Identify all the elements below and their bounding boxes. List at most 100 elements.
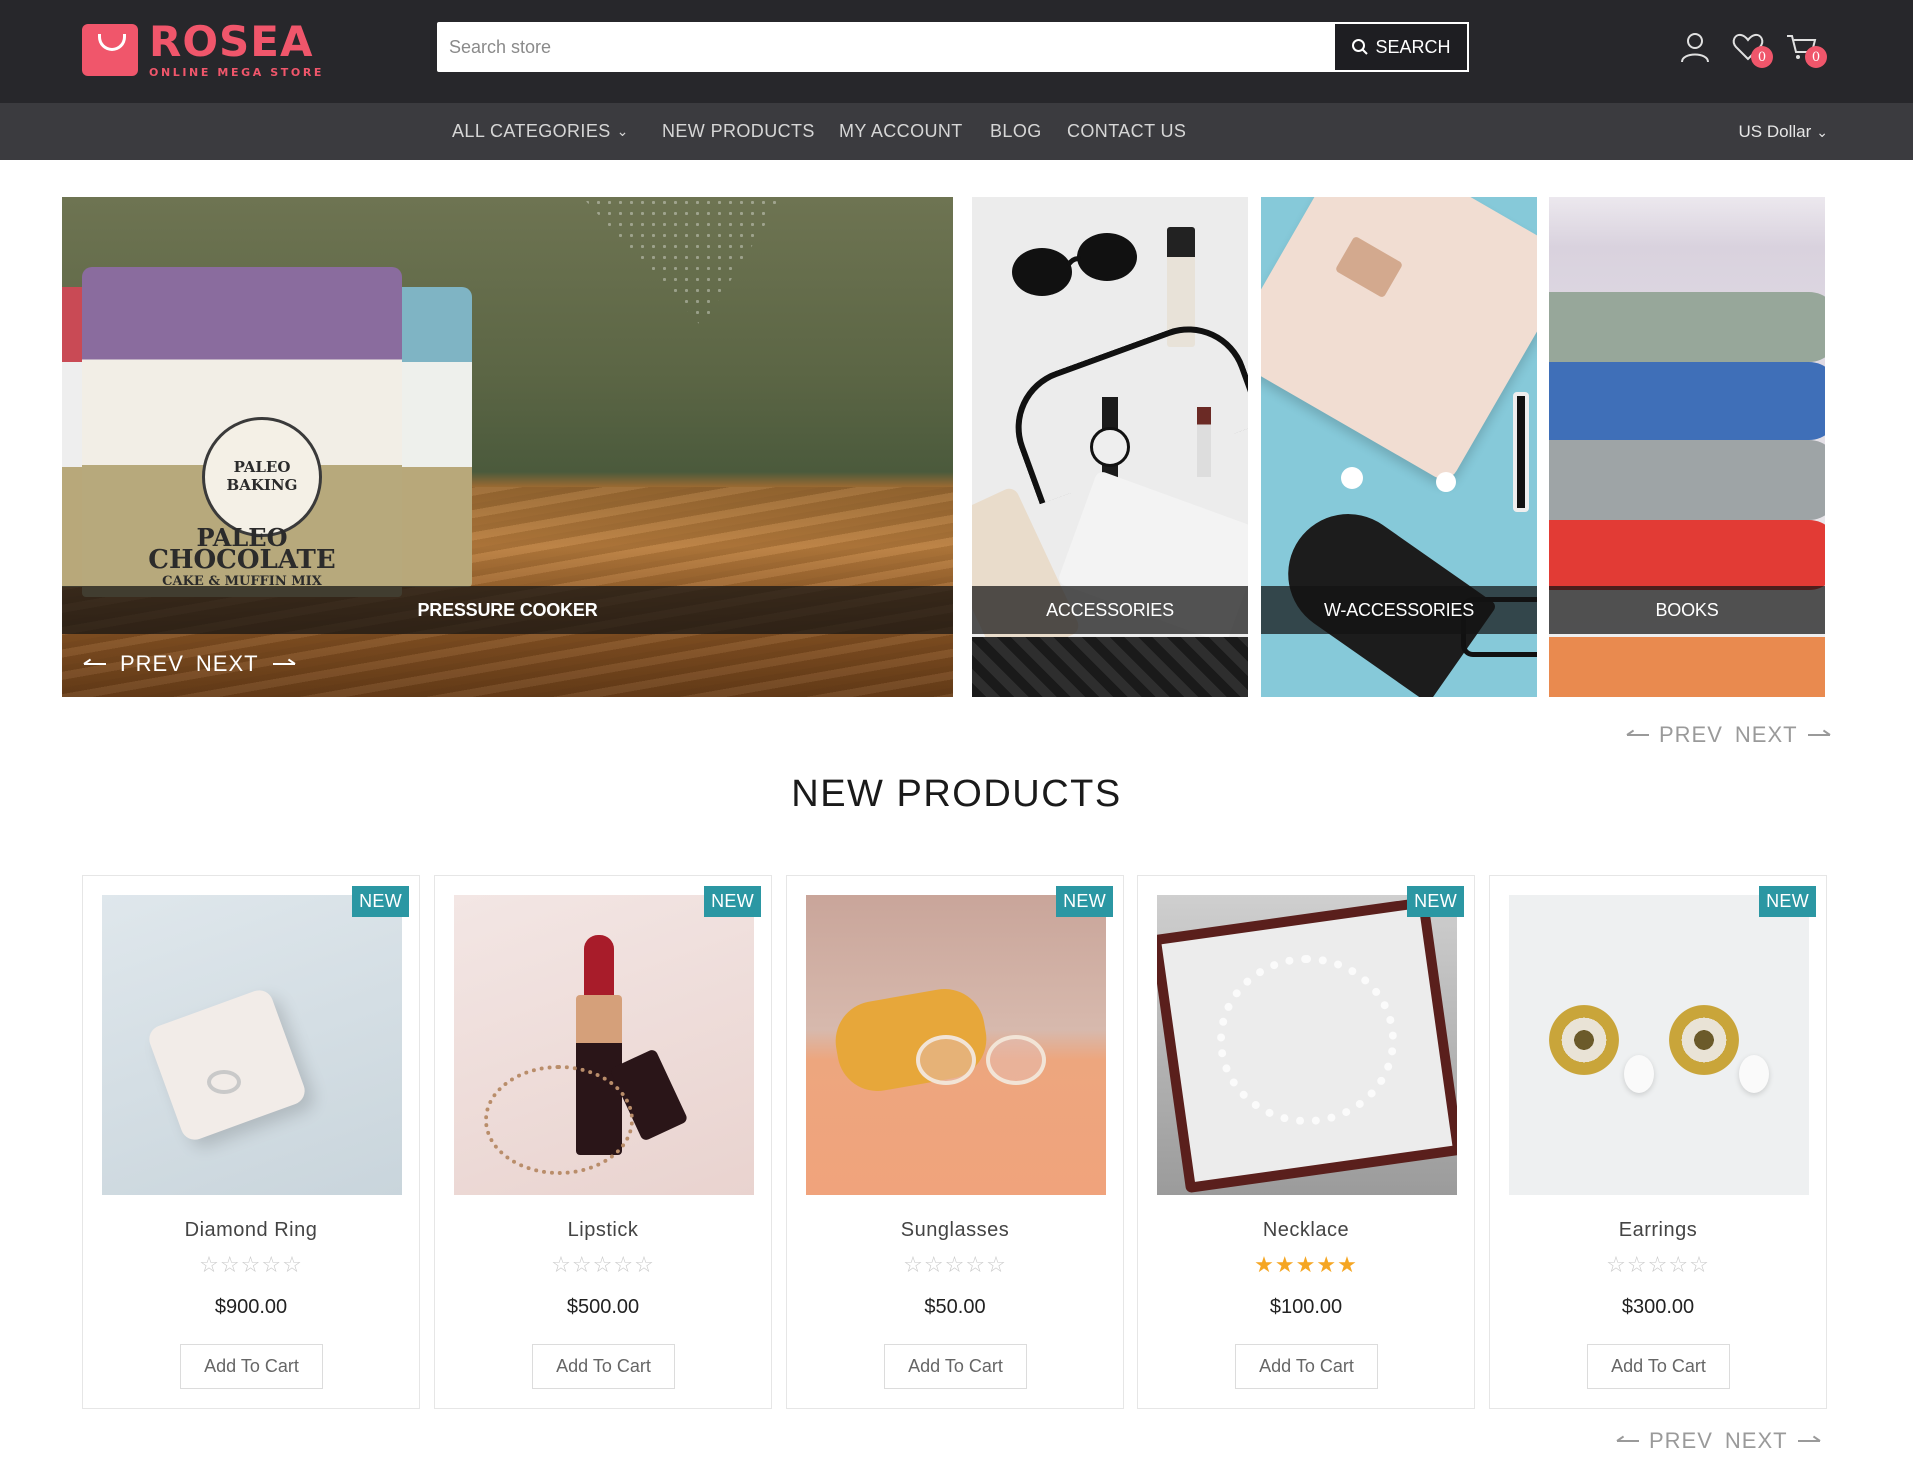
category-tile-books[interactable]: BOOKS	[1549, 197, 1825, 697]
glasses-case-image	[829, 982, 993, 1098]
new-products-title: NEW PRODUCTS	[791, 773, 1122, 815]
product-image[interactable]	[1157, 895, 1457, 1195]
package-line: CHOCOLATE	[148, 545, 336, 575]
products-next-button[interactable]: NEXT	[1725, 1428, 1788, 1454]
rating-stars: ☆☆☆☆☆	[787, 1252, 1123, 1278]
product-card[interactable]: NEW Diamond Ring ☆☆☆☆☆ $900.00 Add To Ca…	[82, 875, 420, 1409]
store-logo[interactable]: ROSEA ONLINE MEGA STORE	[82, 21, 325, 79]
pearl-drop-image	[1739, 1055, 1769, 1093]
nav-blog[interactable]: BLOG	[990, 103, 1042, 160]
heart-icon[interactable]: 0	[1731, 30, 1773, 68]
star-icon: ★	[1274, 1252, 1296, 1277]
star-icon: ☆	[965, 1252, 987, 1277]
flower-image	[1341, 467, 1363, 489]
star-icon: ☆	[199, 1252, 220, 1277]
add-to-cart-button[interactable]: Add To Cart	[1587, 1344, 1730, 1389]
new-badge: NEW	[1759, 886, 1816, 917]
table-image	[1549, 637, 1825, 697]
category-next-button[interactable]: NEXT	[1735, 722, 1798, 748]
product-name[interactable]: Diamond Ring	[83, 1219, 419, 1242]
ring-image	[207, 1070, 241, 1094]
category-tile-w-accessories[interactable]: W-ACCESSORIES	[1261, 197, 1537, 697]
arrow-right-icon[interactable]	[1807, 729, 1830, 741]
product-card[interactable]: NEW Sunglasses ☆☆☆☆☆ $50.00 Add To Cart	[786, 875, 1124, 1409]
product-name[interactable]: Sunglasses	[787, 1219, 1123, 1242]
category-prev-button[interactable]: PREV	[1659, 722, 1723, 748]
product-name[interactable]: Necklace	[1138, 1219, 1474, 1242]
hero-next-button[interactable]: NEXT	[196, 651, 259, 677]
product-card[interactable]: NEW Lipstick ☆☆☆☆☆ $500.00 Add To Cart	[434, 875, 772, 1409]
chevron-down-icon: ⌄	[616, 123, 629, 139]
nav-my-account[interactable]: MY ACCOUNT	[839, 103, 963, 160]
arrow-right-icon[interactable]	[1797, 1435, 1820, 1447]
new-badge: NEW	[352, 886, 409, 917]
arrow-left-icon[interactable]	[1617, 1435, 1639, 1447]
pearl-necklace-image	[1217, 955, 1397, 1125]
star-icon: ☆	[219, 1252, 241, 1277]
user-icon[interactable]	[1678, 30, 1712, 64]
product-image[interactable]	[1509, 895, 1809, 1195]
star-icon: ☆	[261, 1252, 283, 1277]
arrow-left-icon[interactable]	[84, 658, 106, 670]
bracelet-image	[484, 1065, 634, 1175]
cart-icon[interactable]: 0	[1785, 30, 1827, 68]
hero-prev-button[interactable]: PREV	[120, 651, 184, 677]
hero-slider-controls: PREV NEXT	[84, 651, 295, 677]
new-badge: NEW	[1407, 886, 1464, 917]
star-icon: ☆	[1689, 1252, 1710, 1277]
sunglasses-image	[916, 1035, 976, 1085]
currency-selector[interactable]: US Dollar ⌄	[1739, 103, 1828, 160]
star-icon: ★	[1254, 1252, 1275, 1277]
book-image	[1549, 520, 1825, 590]
dot-pattern-decoration	[582, 197, 782, 327]
category-slider-controls: PREV NEXT	[1627, 722, 1830, 748]
sunglasses-image	[1012, 233, 1137, 296]
star-icon: ★	[1316, 1252, 1338, 1277]
pearl-drop-image	[1624, 1055, 1654, 1093]
products-prev-button[interactable]: PREV	[1649, 1428, 1713, 1454]
add-to-cart-button[interactable]: Add To Cart	[532, 1344, 675, 1389]
add-to-cart-button[interactable]: Add To Cart	[180, 1344, 323, 1389]
hero-caption[interactable]: PRESSURE COOKER	[62, 586, 953, 634]
star-icon: ☆	[613, 1252, 635, 1277]
star-icon: ☆	[1647, 1252, 1669, 1277]
category-caption: W-ACCESSORIES	[1261, 586, 1537, 634]
chevron-down-icon: ⌄	[1816, 124, 1828, 140]
product-image[interactable]	[454, 895, 754, 1195]
book-image	[1549, 362, 1825, 440]
hero-slider[interactable]: PALEO BAKING PALEO CHOCOLATE CAKE & MUFF…	[62, 197, 953, 697]
search-button[interactable]: SEARCH	[1333, 22, 1469, 72]
search-bar: SEARCH	[437, 22, 1469, 72]
products-slider-controls: PREV NEXT	[1617, 1428, 1820, 1454]
star-icon: ☆	[944, 1252, 966, 1277]
arrow-right-icon[interactable]	[272, 658, 295, 670]
category-tile-accessories[interactable]: ACCESSORIES	[972, 197, 1248, 697]
add-to-cart-button[interactable]: Add To Cart	[884, 1344, 1027, 1389]
add-to-cart-button[interactable]: Add To Cart	[1235, 1344, 1378, 1389]
search-input[interactable]	[437, 22, 1333, 72]
phone-image	[1513, 392, 1529, 512]
search-button-label: SEARCH	[1375, 36, 1451, 57]
product-image[interactable]	[102, 895, 402, 1195]
product-image[interactable]	[806, 895, 1106, 1195]
new-badge: NEW	[704, 886, 761, 917]
brand-tagline: ONLINE MEGA STORE	[149, 66, 325, 79]
product-name[interactable]: Lipstick	[435, 1219, 771, 1242]
nav-all-categories[interactable]: ALL CATEGORIES ⌄	[452, 103, 629, 160]
star-icon: ☆	[571, 1252, 593, 1277]
star-icon: ☆	[923, 1252, 945, 1277]
category-caption: ACCESSORIES	[972, 586, 1248, 634]
rating-stars: ★★★★★	[1138, 1252, 1474, 1278]
rating-stars: ☆☆☆☆☆	[1490, 1252, 1826, 1278]
arrow-left-icon[interactable]	[1627, 729, 1649, 741]
book-image	[1549, 292, 1825, 362]
star-icon: ★	[1337, 1252, 1358, 1277]
sunglasses-image	[986, 1035, 1046, 1085]
nav-contact-us[interactable]: CONTACT US	[1067, 103, 1186, 160]
product-price: $50.00	[924, 1296, 986, 1318]
package-brand: PALEO BAKING	[226, 458, 298, 494]
nav-new-products[interactable]: NEW PRODUCTS	[662, 103, 815, 160]
product-name[interactable]: Earrings	[1490, 1219, 1826, 1242]
product-card[interactable]: NEW Necklace ★★★★★ $100.00 Add To Cart	[1137, 875, 1475, 1409]
product-card[interactable]: NEW Earrings ☆☆☆☆☆ $300.00 Add To Cart	[1489, 875, 1827, 1409]
